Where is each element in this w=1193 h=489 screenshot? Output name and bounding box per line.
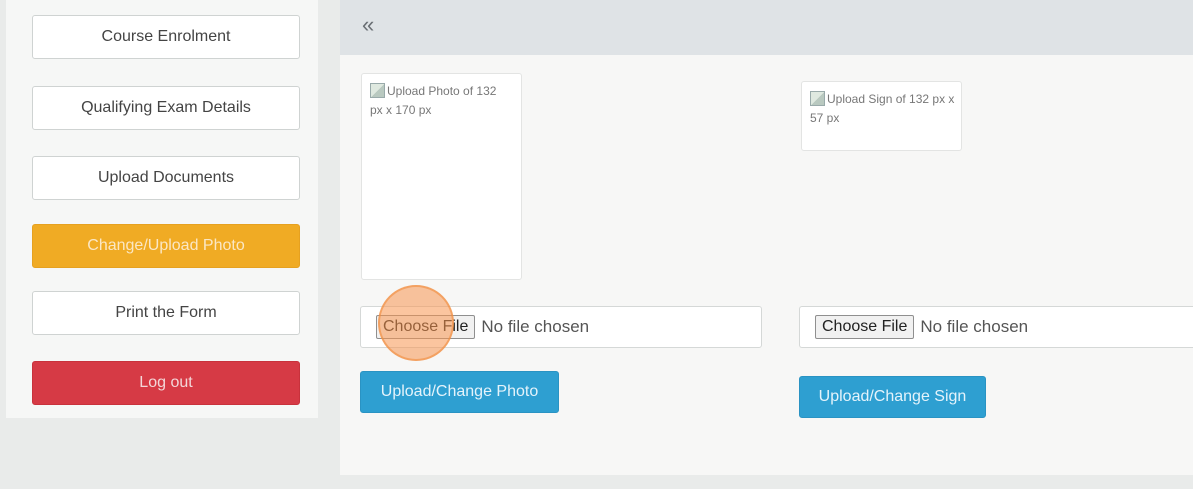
photo-file-status: No file chosen xyxy=(481,317,590,336)
photo-preview: Upload Photo of 132 px x 170 px xyxy=(361,73,522,280)
sidebar-item-change-upload-photo[interactable]: Change/Upload Photo xyxy=(32,224,300,268)
sidebar-item-upload-documents[interactable]: Upload Documents xyxy=(32,156,300,200)
click-indicator xyxy=(378,285,454,361)
logout-button[interactable]: Log out xyxy=(32,361,300,405)
sidebar-item-course-enrolment[interactable]: Course Enrolment xyxy=(32,15,300,59)
photo-alt-text: Upload Photo of 132 px x 170 px xyxy=(370,84,497,117)
upload-change-photo-button[interactable]: Upload/Change Photo xyxy=(360,371,559,413)
sidebar: Course Enrolment Qualifying Exam Details… xyxy=(6,0,318,418)
sign-choose-file-button[interactable]: Choose File xyxy=(815,315,915,339)
sign-file-status: No file chosen xyxy=(920,317,1029,336)
top-bar: « xyxy=(340,0,1193,55)
sidebar-item-print-form[interactable]: Print the Form xyxy=(32,291,300,335)
sign-alt-text: Upload Sign of 132 px x 57 px xyxy=(810,92,955,125)
collapse-sidebar-icon[interactable]: « xyxy=(362,14,374,36)
broken-image-icon xyxy=(370,83,385,98)
broken-image-icon xyxy=(810,91,825,106)
sidebar-item-qualifying-exam-details[interactable]: Qualifying Exam Details xyxy=(32,86,300,130)
upload-change-sign-button[interactable]: Upload/Change Sign xyxy=(799,376,986,418)
sign-preview: Upload Sign of 132 px x 57 px xyxy=(801,81,962,151)
upload-panel: Upload Photo of 132 px x 170 px Upload S… xyxy=(340,55,1193,475)
sign-file-input[interactable]: Choose File No file chosen xyxy=(799,306,1193,348)
